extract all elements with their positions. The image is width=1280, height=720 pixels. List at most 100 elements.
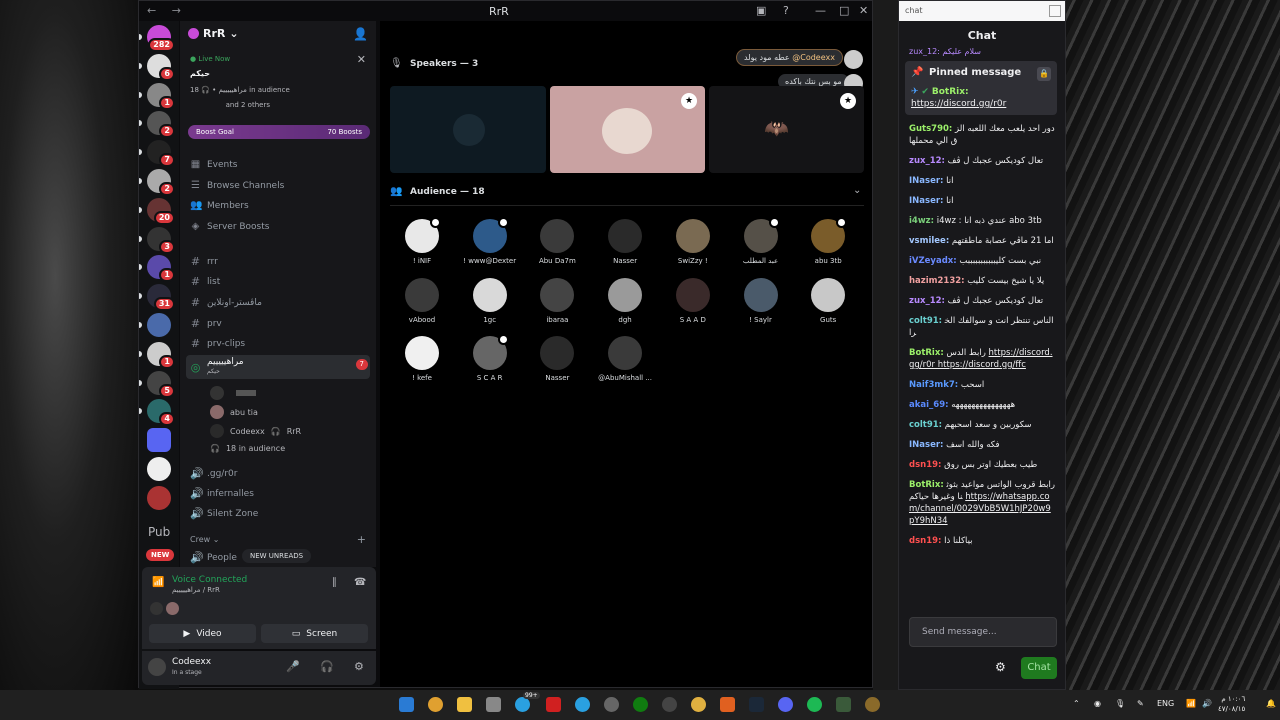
server-icon[interactable]: 20 (147, 197, 175, 225)
menu-browse-channels[interactable]: ☰ Browse Channels (190, 180, 284, 191)
chat-username[interactable]: hazim2132: (909, 276, 965, 286)
chat-username[interactable]: dsn19: (909, 460, 941, 470)
tray-app-icon[interactable]: ◉ (1094, 699, 1101, 708)
chat-settings-icon[interactable]: ⚙ (995, 660, 1006, 674)
speaker-tile[interactable]: 🦇 ★ (709, 86, 864, 173)
tray-chevron-icon[interactable]: ⌃ (1073, 699, 1080, 708)
netflix-icon[interactable] (546, 697, 561, 712)
audience-member[interactable]: ibaraa (527, 277, 587, 324)
chat-username[interactable]: zux_12: (909, 156, 945, 166)
app-icon-3[interactable] (836, 697, 851, 712)
tray-pen-icon[interactable]: ✎ (1137, 699, 1144, 708)
channel-monster-online[interactable]: # ماڤستر-اونلاين (190, 296, 262, 309)
chat-username[interactable]: vsmilee: (909, 236, 949, 246)
menu-events[interactable]: ▦ Events (190, 159, 238, 170)
noise-suppression-icon[interactable]: ∥ (332, 577, 337, 588)
chat-username[interactable]: colt91: (909, 316, 942, 326)
channel-prv-clips[interactable]: # prv-clips (190, 337, 245, 350)
volume-icon[interactable]: 🔊 (1202, 699, 1212, 708)
audience-member[interactable]: vAbood (392, 277, 452, 324)
audience-member[interactable]: ! Saylr (731, 277, 791, 324)
speaker-tile-active[interactable]: ★ (550, 86, 705, 173)
chat-send-button[interactable]: Chat (1021, 657, 1057, 679)
voice-user[interactable]: Codeexx 🎧 RrR (210, 424, 301, 438)
channel-silent-zone[interactable]: 🔊 Silent Zone (190, 507, 258, 520)
audience-member[interactable]: S A A D (663, 277, 723, 324)
tray-mic-icon[interactable]: 🎙 (1115, 699, 1125, 708)
lock-icon[interactable]: 🔒 (1037, 67, 1051, 81)
audience-member[interactable]: Abu Da7m (527, 219, 587, 265)
telegram-icon[interactable] (515, 697, 530, 712)
chat-username[interactable]: INaser: (909, 196, 943, 206)
headphones-icon[interactable]: 🎧 (320, 660, 334, 673)
chat-username[interactable]: colt91: (909, 420, 942, 430)
chevron-down-icon[interactable]: ⌄ (853, 185, 861, 196)
channel-rrr[interactable]: # rrr (190, 255, 218, 268)
clock[interactable]: ١٠:٠٦ م ٤٧/٠٨/١٥ (1218, 694, 1245, 714)
server-header[interactable]: RrR ⌄ (188, 27, 239, 40)
channel-list[interactable]: # list (190, 275, 220, 288)
voice-user[interactable] (210, 386, 256, 400)
vlc-icon[interactable] (720, 697, 735, 712)
audience-member[interactable]: عبد المطلب (731, 217, 791, 265)
chat-username[interactable]: Guts790: (909, 124, 952, 134)
chat-username[interactable]: INaser: (909, 176, 943, 186)
minimize-icon[interactable]: — (815, 4, 826, 17)
boost-goal-bar[interactable]: Boost Goal 70 Boosts (188, 125, 370, 139)
audience-member[interactable]: abu 3tb (798, 217, 858, 265)
audience-member[interactable]: S C A R (460, 334, 520, 382)
help-icon[interactable]: ? (783, 4, 789, 17)
server-icon[interactable]: 6 (147, 53, 175, 81)
channel-infernalles[interactable]: 🔊 infernalles (190, 487, 254, 500)
server-pub[interactable]: Pub (148, 525, 170, 539)
channel-people[interactable]: 🔊 People (190, 551, 237, 564)
chat-username[interactable]: iVZeyadx: (909, 256, 957, 266)
voice-user[interactable]: abu tia (210, 405, 258, 419)
audience-member[interactable]: Nasser (527, 336, 587, 382)
spotify-icon[interactable] (807, 697, 822, 712)
audience-member[interactable]: Guts (798, 277, 858, 324)
category-crew[interactable]: Crew ⌄ (190, 535, 219, 544)
inbox-icon[interactable]: ▣ (756, 4, 766, 17)
speaker-tile[interactable] (390, 86, 546, 173)
audience-member[interactable]: 1gc (460, 277, 520, 324)
settings-gear-icon[interactable]: ⚙ (354, 660, 364, 673)
pinned-link[interactable]: https://discord.gg/r0r (911, 99, 1006, 109)
audience-member[interactable]: ! iNIF (392, 217, 452, 265)
server-icon[interactable]: 2 (147, 169, 175, 196)
server-icon[interactable]: 4 (147, 399, 175, 427)
server-icon[interactable] (147, 428, 171, 453)
audience-member[interactable]: Nasser (595, 219, 655, 265)
app-icon-2[interactable] (691, 697, 706, 712)
audience-member[interactable]: SwiZzy ! (663, 219, 723, 265)
chat-username[interactable]: BotRix: (909, 480, 944, 490)
video-button[interactable]: ▶ Video (149, 624, 256, 643)
add-channel-icon[interactable]: + (357, 533, 366, 546)
chat-username[interactable]: Naif3mk7: (909, 380, 958, 390)
chrome-icon[interactable] (428, 697, 443, 712)
close-icon[interactable] (1049, 5, 1061, 17)
obs-icon[interactable] (604, 697, 619, 712)
microphone-icon[interactable]: 🎤 (286, 660, 300, 673)
nav-arrows-icon[interactable]: ← → (147, 4, 187, 17)
start-icon[interactable] (399, 697, 414, 712)
server-icon[interactable]: 7 (147, 140, 175, 168)
invite-people-icon[interactable]: 👤 (353, 27, 368, 41)
new-unreads-pill[interactable]: NEW UNREADS (242, 549, 312, 563)
audience-member[interactable]: dgh (595, 277, 655, 324)
xbox-icon[interactable] (633, 697, 648, 712)
chat-username[interactable]: zux_12: (909, 296, 945, 306)
maximize-icon[interactable]: □ (839, 4, 849, 17)
chat-username[interactable]: BotRix: (909, 348, 944, 358)
channel-prv[interactable]: # prv (190, 317, 222, 330)
discord-icon[interactable] (778, 697, 793, 712)
channel-gg-r0r[interactable]: 🔊 .gg/r0r (190, 467, 237, 480)
file-explorer-icon[interactable] (457, 697, 472, 712)
server-icon[interactable]: 2 (147, 111, 175, 139)
menu-members[interactable]: 👥 Members (190, 200, 249, 211)
server-icon[interactable]: 5 (147, 370, 175, 398)
server-icon[interactable]: 1 (147, 341, 175, 369)
audience-member[interactable]: ! www@Dexter (460, 217, 520, 265)
audience-member[interactable]: @AbuMishall ... (595, 336, 655, 382)
chat-username[interactable]: i4wz: (909, 216, 934, 226)
